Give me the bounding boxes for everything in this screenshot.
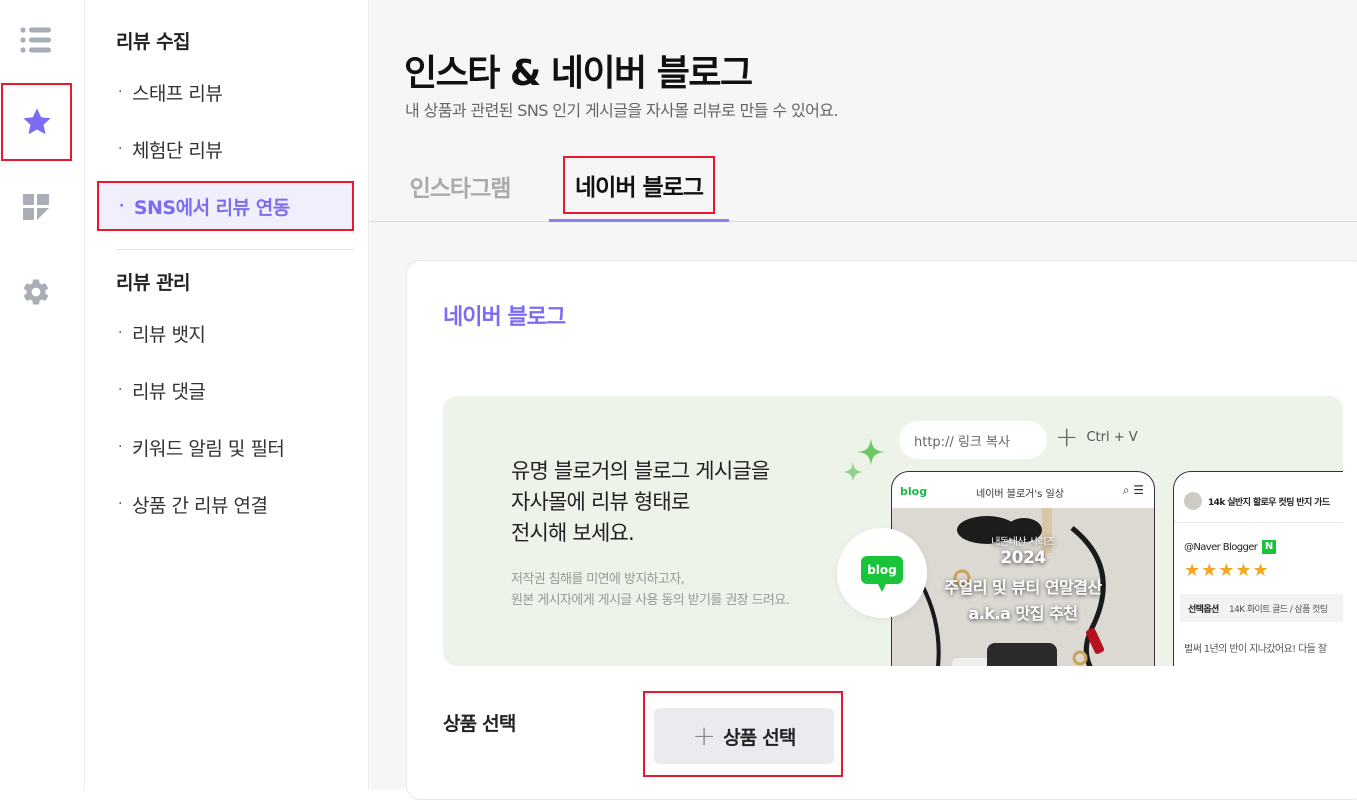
submenu-item-sns-review[interactable]: · SNS에서 리뷰 연동 xyxy=(97,181,354,231)
rail-item-reviews[interactable] xyxy=(1,83,72,161)
bullet: · xyxy=(119,198,124,214)
review-submenu: 리뷰 수집 · 스태프 리뷰 · 체험단 리뷰 · SNS에서 리뷰 연동 리뷰… xyxy=(86,0,369,789)
option-value: 14K 화이트 골드 / 삼품 컷팅 xyxy=(1229,605,1328,615)
menu-list-icon xyxy=(20,27,51,53)
plus-icon: + xyxy=(692,719,716,752)
submenu-item-staff-review[interactable]: · 스태프 리뷰 xyxy=(98,68,354,116)
post-title-line2: a.k.a 맛집 추천 xyxy=(968,604,1078,623)
main-content: 인스타 & 네이버 블로그 내 상품과 관련된 SNS 인기 게시글을 자사몰 … xyxy=(370,0,1357,800)
submenu-item-label: 리뷰 뱃지 xyxy=(131,323,206,346)
post-series: 내돈내산 시리즈 xyxy=(991,537,1055,548)
submenu-item-label: 체험단 리뷰 xyxy=(131,139,223,162)
banner-note-line: 저작권 침해를 미연에 방지하고자, xyxy=(511,572,685,587)
naver-blog-card: 네이버 블로그 유명 블로거의 블로그 게시글을 자사몰에 리뷰 형태로 전시해… xyxy=(406,260,1357,800)
blog-post-photo: 내돈내산 시리즈 2024 주얼리 및 뷰티 연말결산 a.k.a 맛집 추천 xyxy=(892,508,1154,666)
rail-item-settings[interactable] xyxy=(0,256,72,328)
divider xyxy=(1174,522,1343,523)
product-select-label: 상품 선택 xyxy=(443,713,516,735)
bullet: · xyxy=(118,439,122,455)
submenu-item-label: 리뷰 댓글 xyxy=(131,380,206,403)
phone-mockup-blog-post: blog 네이버 블로거's 일상 ⌕ ☰ 내돈내산 시리즈 2024 주얼리 … xyxy=(891,471,1155,666)
review-author: @Naver Blogger xyxy=(1184,542,1258,553)
url-input-illustration: http:// 링크 복사 xyxy=(899,421,1047,459)
submenu-item-label: 키워드 알림 및 필터 xyxy=(131,437,285,460)
submenu-item-keyword-filter[interactable]: · 키워드 알림 및 필터 xyxy=(98,423,354,471)
product-select-highlight: + 상품 선택 xyxy=(643,691,843,777)
tab-naver-blog[interactable]: 네이버 블로그 xyxy=(549,150,729,222)
product-select-button-label: 상품 선택 xyxy=(723,726,796,749)
bullet: · xyxy=(118,382,122,398)
bullet: · xyxy=(118,496,122,512)
submenu-item-review-badge[interactable]: · 리뷰 뱃지 xyxy=(98,309,354,357)
tab-instagram[interactable]: 인스타그램 xyxy=(400,150,520,222)
plus-icon: + xyxy=(1055,420,1079,453)
gear-icon xyxy=(23,279,49,305)
tab-bar: 인스타그램 네이버 블로그 xyxy=(370,150,1357,222)
icon-rail xyxy=(0,0,85,789)
post-year: 2024 xyxy=(1000,548,1046,568)
option-label: 선택옵션 xyxy=(1188,605,1219,615)
tab-label: 네이버 블로그 xyxy=(563,155,715,214)
review-product-name: 14k 실반지 할로우 컷팅 반지 가드 xyxy=(1208,498,1330,508)
submenu-item-trial-review[interactable]: · 체험단 리뷰 xyxy=(98,125,354,173)
banner-note: 저작권 침해를 미연에 방지하고자, 원본 게시자에게 게시글 사용 동의 받기… xyxy=(511,569,790,611)
section-title-collect: 리뷰 수집 xyxy=(116,31,191,53)
blog-logo: blog xyxy=(900,485,928,498)
banner-headline: 유명 블로거의 블로그 게시글을 자사몰에 리뷰 형태로 전시해 보세요. xyxy=(511,456,770,549)
sparkle-icon xyxy=(843,438,885,482)
review-body: 벌써 1년의 반이 지나갔어요! 다들 잘 xyxy=(1184,644,1327,655)
rail-item-dashboard[interactable] xyxy=(0,171,72,243)
intro-banner: 유명 블로거의 블로그 게시글을 자사몰에 리뷰 형태로 전시해 보세요. 저작… xyxy=(443,396,1343,666)
search-menu-icon: ⌕ ☰ xyxy=(1122,483,1144,497)
section-title-manage: 리뷰 관리 xyxy=(116,272,191,294)
submenu-item-link-reviews[interactable]: · 상품 간 리뷰 연결 xyxy=(98,480,354,528)
divider xyxy=(116,249,354,250)
banner-note-line: 원본 게시자에게 게시글 사용 동의 받기를 권장 드려요. xyxy=(511,593,790,608)
submenu-item-label: 스태프 리뷰 xyxy=(131,82,223,105)
phone-mockup-review: 14k 실반지 할로우 컷팅 반지 가드 @Naver Blogger N ★★… xyxy=(1173,471,1343,666)
bullet: · xyxy=(118,84,122,100)
product-select-button[interactable]: + 상품 선택 xyxy=(654,708,834,764)
banner-headline-line: 유명 블로거의 블로그 게시글을 xyxy=(511,459,770,483)
avatar xyxy=(1184,492,1202,510)
page-subtitle: 내 상품과 관련된 SNS 인기 게시글을 자사몰 리뷰로 만들 수 있어요. xyxy=(405,101,838,120)
blog-badge-label: blog xyxy=(867,563,897,577)
card-title: 네이버 블로그 xyxy=(443,305,566,330)
shortcut-text: Ctrl + V xyxy=(1086,429,1138,445)
star-icon xyxy=(22,108,51,135)
submenu-item-label: SNS에서 리뷰 연동 xyxy=(133,196,290,219)
page-title: 인스타 & 네이버 블로그 xyxy=(404,53,753,94)
blog-badge: blog xyxy=(837,528,927,618)
submenu-item-review-comment[interactable]: · 리뷰 댓글 xyxy=(98,366,354,414)
post-title-line1: 주얼리 및 뷰티 연말결산 xyxy=(944,578,1102,597)
blog-name: 네이버 블로거's 일상 xyxy=(976,489,1064,500)
rail-item-menu[interactable] xyxy=(0,4,72,76)
submenu-item-label: 상품 간 리뷰 연결 xyxy=(131,494,268,517)
naver-n-icon: N xyxy=(1262,540,1276,554)
dashboard-icon xyxy=(23,194,49,220)
review-stars: ★★★★★ xyxy=(1184,560,1270,581)
bullet: · xyxy=(118,325,122,341)
tab-label: 인스타그램 xyxy=(409,176,512,202)
banner-headline-line: 자사몰에 리뷰 형태로 xyxy=(511,490,690,514)
paste-hint: + Ctrl + V xyxy=(1055,423,1138,451)
bullet: · xyxy=(118,141,122,157)
banner-headline-line: 전시해 보세요. xyxy=(511,521,635,545)
